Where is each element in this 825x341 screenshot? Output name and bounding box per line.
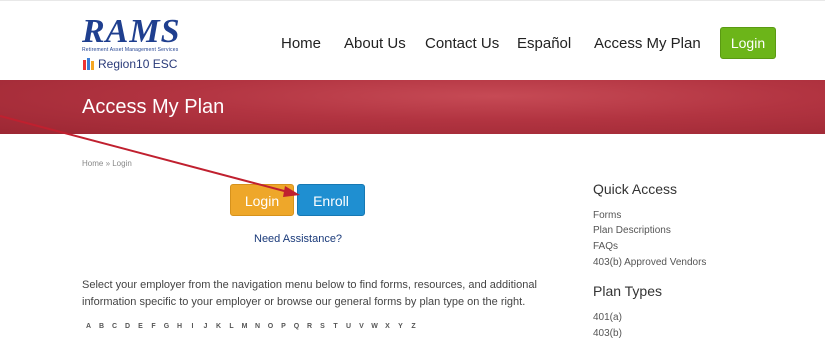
- alpha-letter[interactable]: T: [329, 323, 342, 330]
- login-button[interactable]: Login: [230, 184, 294, 216]
- alpha-letter[interactable]: A: [82, 323, 95, 330]
- need-assistance-link[interactable]: Need Assistance?: [254, 233, 342, 245]
- alpha-letter[interactable]: Y: [394, 323, 407, 330]
- alpha-letter[interactable]: X: [381, 323, 394, 330]
- nav-espanol[interactable]: Español: [517, 35, 571, 52]
- rams-logo[interactable]: RAMS Retirement Asset Management Service…: [82, 15, 212, 75]
- header-login-button[interactable]: Login: [720, 27, 776, 59]
- plan-type-403b[interactable]: 403(b): [593, 328, 622, 339]
- nav-home[interactable]: Home: [281, 35, 321, 52]
- alpha-letter[interactable]: M: [238, 323, 251, 330]
- alpha-letter[interactable]: S: [316, 323, 329, 330]
- alpha-letter[interactable]: D: [121, 323, 134, 330]
- alpha-letter[interactable]: Z: [407, 323, 420, 330]
- logo-tagline: Retirement Asset Management Services: [82, 47, 179, 53]
- nav-contact-us[interactable]: Contact Us: [425, 35, 499, 52]
- quick-link-faqs[interactable]: FAQs: [593, 241, 618, 252]
- alpha-letter[interactable]: B: [95, 323, 108, 330]
- breadcrumb[interactable]: Home » Login: [82, 159, 132, 168]
- quick-link-approved-vendors[interactable]: 403(b) Approved Vendors: [593, 257, 706, 268]
- alpha-letter[interactable]: P: [277, 323, 290, 330]
- nav-about-us[interactable]: About Us: [344, 35, 406, 52]
- page-title: Access My Plan: [82, 96, 225, 118]
- alpha-letter[interactable]: R: [303, 323, 316, 330]
- quick-access-heading: Quick Access: [593, 181, 678, 197]
- alpha-letter[interactable]: O: [264, 323, 277, 330]
- quick-link-plan-descriptions[interactable]: Plan Descriptions: [593, 225, 671, 236]
- nav-access-my-plan[interactable]: Access My Plan: [594, 35, 701, 52]
- alpha-letter[interactable]: Q: [290, 323, 303, 330]
- alpha-letter[interactable]: U: [342, 323, 355, 330]
- alpha-letter[interactable]: V: [355, 323, 368, 330]
- alpha-letter[interactable]: F: [147, 323, 160, 330]
- alpha-letter[interactable]: L: [225, 323, 238, 330]
- alpha-letter[interactable]: K: [212, 323, 225, 330]
- page-banner: Access My Plan: [0, 80, 825, 134]
- alpha-letter[interactable]: I: [186, 323, 199, 330]
- logo-region: Region10 ESC: [98, 57, 178, 71]
- alpha-letter[interactable]: H: [173, 323, 186, 330]
- alpha-letter[interactable]: N: [251, 323, 264, 330]
- plan-type-401a[interactable]: 401(a): [593, 312, 622, 323]
- intro-paragraph: Select your employer from the navigation…: [82, 279, 537, 308]
- site-header: RAMS Retirement Asset Management Service…: [0, 0, 825, 80]
- alpha-letter[interactable]: C: [108, 323, 121, 330]
- alpha-letter[interactable]: E: [134, 323, 147, 330]
- plan-types-heading: Plan Types: [593, 283, 663, 299]
- enroll-button[interactable]: Enroll: [297, 184, 365, 216]
- alphabet-nav: A B C D E F G H I J K L M N O P Q R S T …: [82, 323, 420, 330]
- alpha-letter[interactable]: J: [199, 323, 212, 330]
- alpha-letter[interactable]: G: [160, 323, 173, 330]
- quick-link-forms[interactable]: Forms: [593, 210, 621, 221]
- logo-wordmark: RAMS: [82, 13, 181, 50]
- alpha-letter[interactable]: W: [368, 323, 381, 330]
- region-10-icon: [83, 58, 94, 70]
